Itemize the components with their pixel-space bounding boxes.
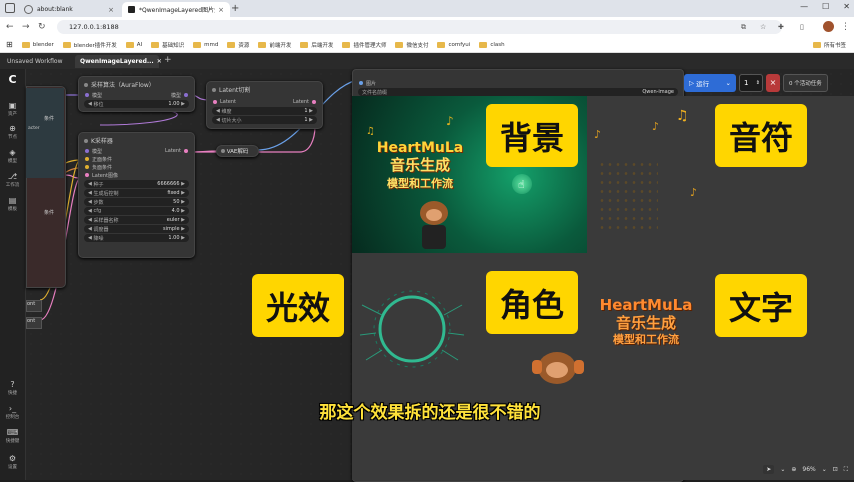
- play-icon: ▷: [689, 79, 694, 87]
- sampler-name-widget[interactable]: ◀ 采样器名称 euler ▶: [84, 216, 189, 224]
- poster-title-cn: 音乐生成: [389, 156, 450, 174]
- character-layer-image: [530, 350, 586, 400]
- poster-title-en: HeartMuLa: [376, 140, 464, 156]
- sparkle-layer: [598, 160, 658, 230]
- cursor-hand-icon: ☝: [518, 178, 525, 191]
- input-socket[interactable]: [85, 93, 89, 97]
- run-toolbar: ▷ 运行 ⌄ 1 ⇕ × 0 个活动任务: [684, 74, 850, 92]
- run-button[interactable]: ▷ 运行 ⌄: [684, 74, 736, 92]
- output-socket[interactable]: [184, 149, 188, 153]
- input-socket[interactable]: [85, 165, 89, 169]
- decrement-icon[interactable]: ◀: [88, 199, 92, 205]
- seed-widget[interactable]: ◀ 种子 6666666 ▶: [84, 180, 189, 188]
- cfg-widget[interactable]: ◀ cfg 4.0 ▶: [84, 207, 189, 215]
- filename-prefix-widget[interactable]: 文件名前缀 Qwen-image: [358, 88, 678, 96]
- input-socket[interactable]: [85, 157, 89, 161]
- input-socket[interactable]: [85, 173, 89, 177]
- collapse-dot-icon[interactable]: [84, 82, 88, 87]
- node-partial-text: acter: [28, 126, 40, 131]
- decrement-icon[interactable]: ◀: [88, 226, 92, 232]
- partial-node[interactable]: ont: [26, 317, 42, 329]
- decrement-icon[interactable]: ◀: [88, 101, 92, 107]
- music-note-icon: ♫: [366, 126, 375, 137]
- music-note-icon: ♫: [676, 108, 689, 124]
- slice-size-widget[interactable]: ◀ 切片大小 1 ▶: [212, 116, 317, 124]
- tile-label-text: 文字: [715, 274, 807, 337]
- input-socket[interactable]: [359, 81, 363, 85]
- input-socket[interactable]: [85, 149, 89, 153]
- node-vae-decode[interactable]: VAE解码: [216, 145, 259, 157]
- increment-icon[interactable]: ▶: [181, 208, 185, 214]
- scheduler-widget[interactable]: ◀ 调度器 simple ▶: [84, 225, 189, 233]
- decrement-icon[interactable]: ◀: [216, 117, 220, 123]
- node-ksampler[interactable]: K采样器 模型 Latent 正面条件 负面条件 Latent图像 ◀ 种子 666…: [78, 132, 195, 258]
- poster-subtitle: 模型和工作流: [387, 177, 453, 190]
- zoom-icon[interactable]: ⊕: [791, 466, 796, 473]
- decrement-icon[interactable]: ◀: [88, 235, 92, 241]
- increment-icon[interactable]: ▶: [309, 108, 313, 114]
- music-note-icon: ♪: [690, 186, 698, 199]
- tile-label-character: 角色: [486, 271, 578, 334]
- increment-icon[interactable]: ▶: [181, 101, 185, 107]
- decrement-icon[interactable]: ◀: [216, 108, 220, 114]
- increment-icon[interactable]: ▶: [181, 235, 185, 241]
- music-note-icon: ♪: [652, 120, 660, 133]
- node-output-label: 条件: [44, 116, 55, 122]
- batch-count-input[interactable]: 1 ⇕: [739, 74, 763, 92]
- increment-icon[interactable]: ▶: [181, 190, 185, 196]
- light-ring-layer: [359, 290, 465, 368]
- chevron-down-icon[interactable]: ⌄: [726, 79, 731, 87]
- output-socket[interactable]: [184, 93, 188, 97]
- node-sampling-auraflow[interactable]: 采样算法（AuraFlow） 模型 模型 ◀ 移位 1.00 ▶: [78, 76, 195, 112]
- chevron-down-icon[interactable]: ⌄: [822, 466, 827, 473]
- steps-widget[interactable]: ◀ 步数 50 ▶: [84, 198, 189, 206]
- tile-label-light: 光效: [252, 274, 344, 337]
- partial-node[interactable]: ont: [26, 300, 42, 312]
- input-socket[interactable]: [213, 100, 217, 104]
- decrement-icon[interactable]: ◀: [88, 217, 92, 223]
- node-output-label: 条件: [44, 210, 55, 216]
- cancel-button[interactable]: ×: [766, 74, 780, 92]
- monkey-character-image: [412, 201, 456, 249]
- fullscreen-icon[interactable]: ⛶: [844, 466, 848, 474]
- collapse-dot-icon[interactable]: [212, 87, 216, 92]
- control-after-generate-widget[interactable]: ◀ 生成后控制 fixed ▶: [84, 189, 189, 197]
- increment-icon[interactable]: ▶: [181, 217, 185, 223]
- fit-view-icon[interactable]: ⊡: [833, 466, 838, 473]
- increment-icon[interactable]: ▶: [309, 117, 313, 123]
- shift-widget[interactable]: ◀ 移位 1.00 ▶: [84, 100, 189, 108]
- increment-icon[interactable]: ▶: [181, 199, 185, 205]
- text-layer-en: HeartMuLa: [599, 296, 693, 314]
- denoise-widget[interactable]: ◀ 降噪 1.00 ▶: [84, 234, 189, 242]
- tile-label-background: 背景: [486, 104, 578, 167]
- text-layer-cn: 音乐生成: [615, 314, 676, 332]
- increment-icon[interactable]: ▶: [181, 181, 185, 187]
- collapse-dot-icon[interactable]: [84, 138, 88, 143]
- stepper-icon[interactable]: ⇕: [756, 80, 762, 86]
- canvas-controls: ➤ ⌄ ⊕ 96% ⌄ ⊡ ⛶: [763, 465, 848, 474]
- music-note-icon: ♪: [594, 128, 602, 141]
- queue-status[interactable]: 0 个活动任务: [783, 74, 828, 92]
- dim-widget[interactable]: ◀ 维度 1 ▶: [212, 107, 317, 115]
- text-layer-sub: 模型和工作流: [613, 333, 679, 346]
- video-subtitle: 那这个效果拆的还是很不错的: [319, 403, 541, 423]
- increment-icon[interactable]: ▶: [181, 226, 185, 232]
- collapse-dot-icon[interactable]: [221, 149, 225, 153]
- node-latent-cut[interactable]: Latent切割 Latent Latent ◀ 维度 1 ▶ ◀ 切片大小 1 ▶: [206, 81, 323, 129]
- pointer-tool-icon[interactable]: ➤: [763, 465, 775, 474]
- decrement-icon[interactable]: ◀: [88, 208, 92, 214]
- output-socket[interactable]: [312, 100, 316, 104]
- zoom-level[interactable]: 96%: [802, 466, 815, 473]
- music-note-icon: ♪: [446, 114, 454, 128]
- chevron-down-icon[interactable]: ⌄: [780, 466, 785, 473]
- decrement-icon[interactable]: ◀: [88, 190, 92, 196]
- tile-label-notes: 音符: [715, 104, 807, 167]
- decrement-icon[interactable]: ◀: [88, 181, 92, 187]
- partial-node-header: [26, 88, 64, 178]
